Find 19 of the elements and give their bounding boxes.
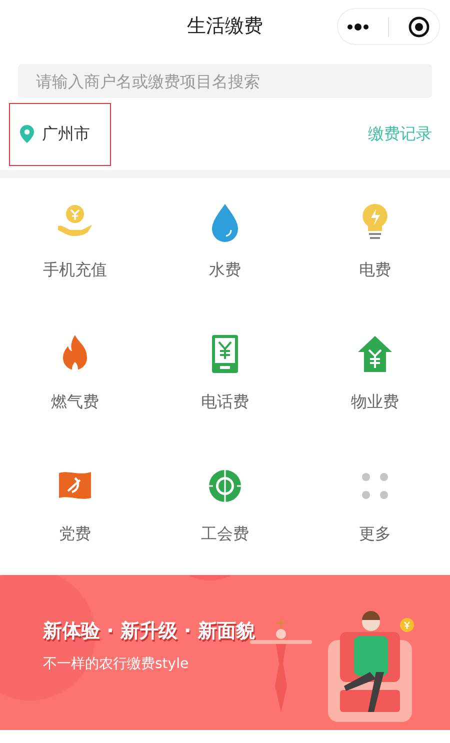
service-item[interactable]: 物业费: [300, 310, 450, 442]
more-icon[interactable]: [347, 22, 370, 30]
banner-subtitle: 不一样的农行缴费style: [43, 654, 189, 674]
location-pin-icon: [20, 125, 34, 143]
close-icon[interactable]: [408, 16, 430, 38]
service-item[interactable]: 党费: [0, 442, 150, 574]
banner-headline: 新体验 · 新升级 · 新面貌: [43, 619, 255, 644]
search-field[interactable]: 请输入商户名或缴费项目名搜索: [18, 64, 432, 98]
service-item[interactable]: 燃气费: [0, 310, 150, 442]
service-item[interactable]: 电费: [300, 178, 450, 310]
coin-icon: [400, 618, 414, 632]
service-item[interactable]: 电话费: [150, 310, 300, 442]
promo-banner[interactable]: 新体验 · 新升级 · 新面貌 不一样的农行缴费style: [0, 575, 450, 730]
page-title: 生活缴费: [187, 15, 263, 37]
service-item[interactable]: 更多: [300, 442, 450, 574]
service-item[interactable]: 手机充值: [0, 178, 150, 310]
location-selector[interactable]: 广州市: [9, 102, 111, 166]
service-item[interactable]: 工会费: [150, 442, 300, 574]
service-item[interactable]: 水费: [150, 178, 300, 310]
